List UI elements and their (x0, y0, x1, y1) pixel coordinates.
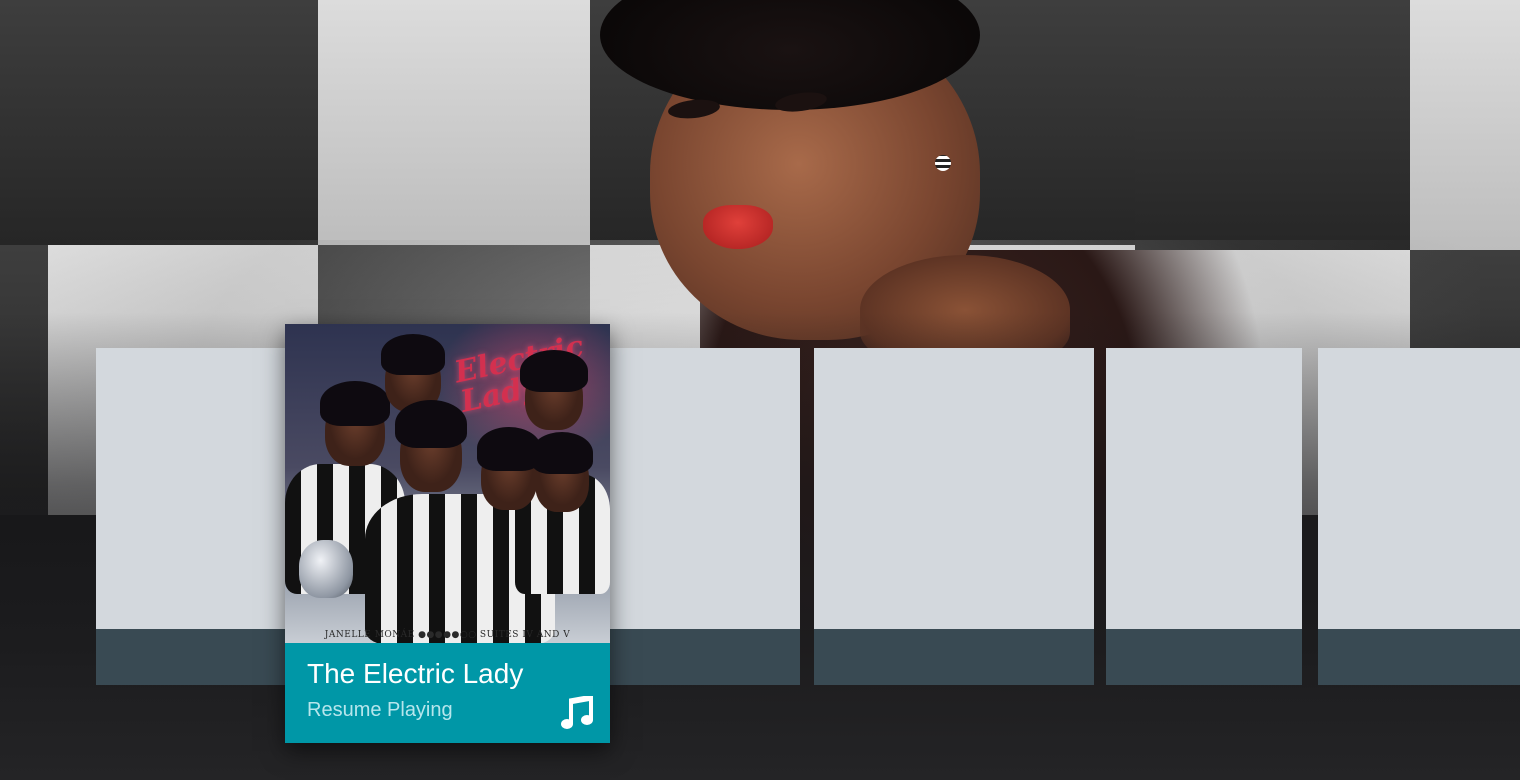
placeholder-card-5[interactable] (1318, 348, 1520, 685)
card-footer (1106, 629, 1302, 685)
album-art-caption: JANELLE MONÁE ●●●●●○○ SUITES IV AND V (324, 630, 571, 640)
card-title: The Electric Lady (307, 658, 524, 689)
placeholder-card-4[interactable] (1106, 348, 1302, 685)
album-art: Electric Lady JANELLE MONÁE ●●●●●○○ SUIT… (285, 324, 610, 643)
album-figure (530, 431, 594, 512)
album-figure (476, 427, 542, 510)
music-note-icon (561, 696, 593, 729)
media-card-row: Electric Lady JANELLE MONÁE ●●●●●○○ SUIT… (0, 0, 1520, 780)
album-figure (395, 399, 467, 492)
card-subtitle: Resume Playing (307, 699, 453, 721)
album-figure (520, 349, 588, 430)
album-figure (320, 381, 390, 466)
placeholder-card-3[interactable] (814, 348, 1094, 685)
card-footer (1318, 629, 1520, 685)
album-art-skull (299, 540, 353, 598)
card-footer (814, 629, 1094, 685)
focused-media-card[interactable]: Electric Lady JANELLE MONÁE ●●●●●○○ SUIT… (285, 324, 610, 743)
